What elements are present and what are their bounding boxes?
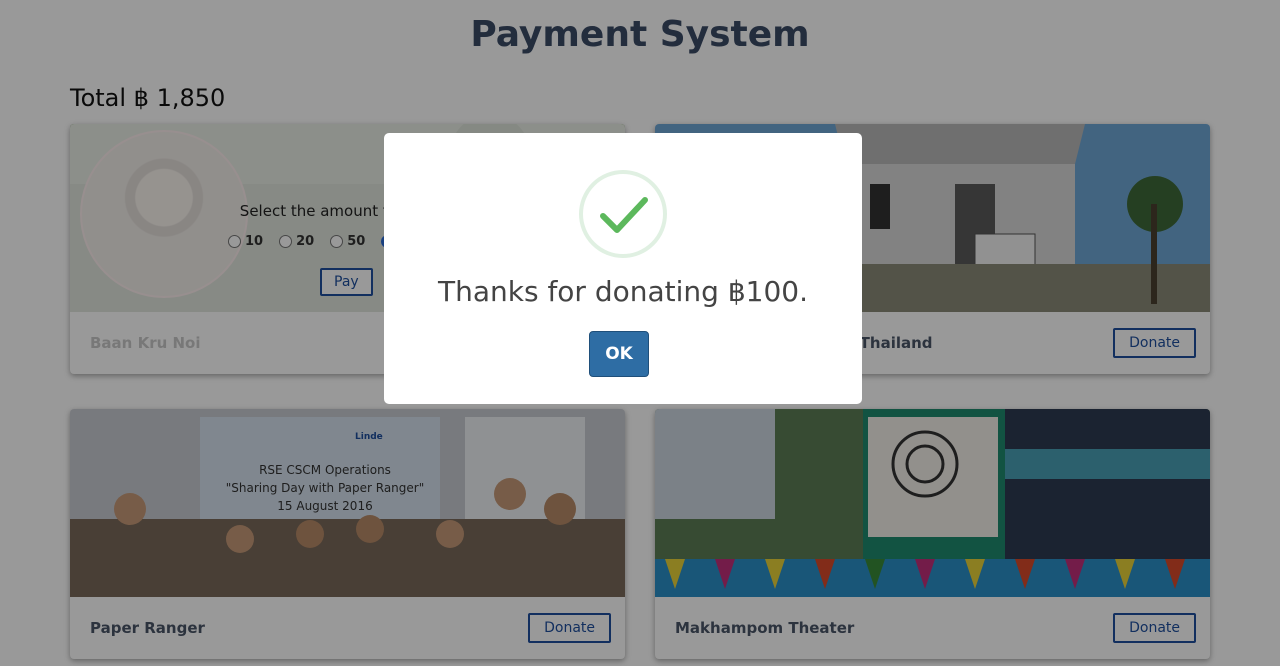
checkmark-icon (579, 170, 667, 258)
dialog-message: Thanks for donating ฿100. (437, 275, 808, 308)
ok-button[interactable]: OK (589, 331, 649, 377)
success-dialog: Thanks for donating ฿100. OK (384, 133, 862, 404)
